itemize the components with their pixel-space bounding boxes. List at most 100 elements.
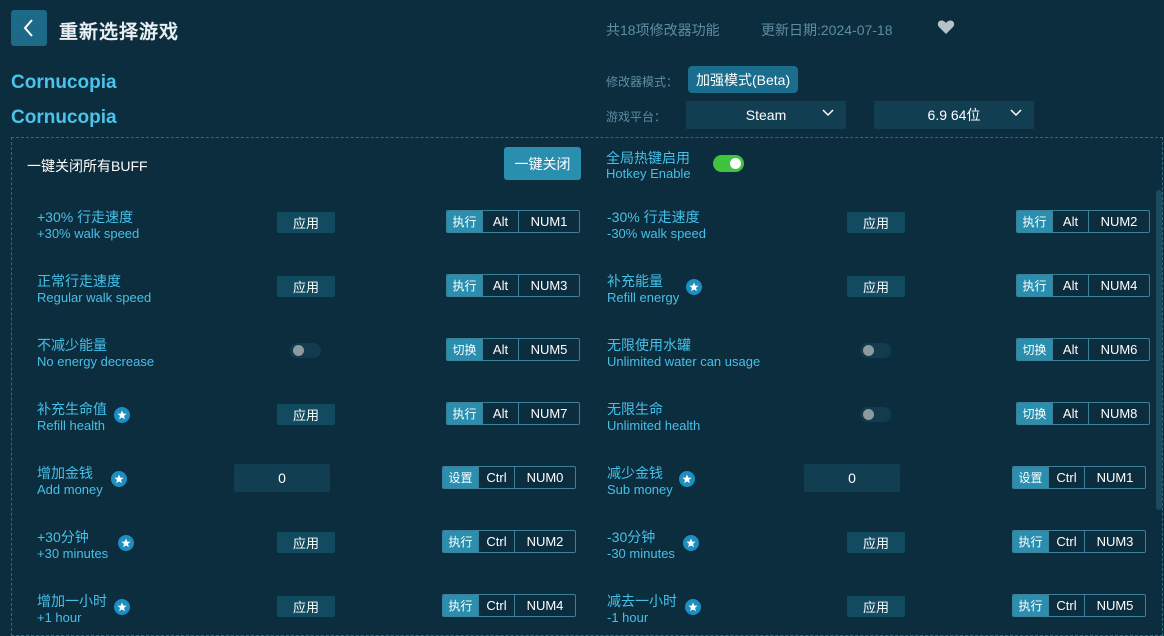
hotkey-modifier[interactable]: Ctrl (478, 595, 514, 616)
hotkey-action[interactable]: 执行 (443, 531, 478, 552)
feature-name: 不减少能量 (37, 337, 107, 353)
hotkey-group[interactable]: 设置 Ctrl NUM1 (1012, 466, 1146, 489)
mode-label: 修改器模式： (606, 75, 679, 89)
chevron-left-icon (23, 19, 33, 37)
hotkey-action[interactable]: 切换 (1017, 339, 1052, 360)
hotkey-key[interactable]: NUM0 (514, 467, 575, 488)
apply-button[interactable]: 应用 (277, 404, 335, 425)
hotkey-group[interactable]: 执行 Alt NUM3 (446, 274, 580, 297)
feature-row: 不减少能量 No energy decrease 切换 Alt NUM5 (37, 335, 597, 375)
hotkey-action[interactable]: 执行 (443, 595, 478, 616)
hotkey-action[interactable]: 执行 (1013, 531, 1048, 552)
hotkey-group[interactable]: 执行 Ctrl NUM4 (442, 594, 576, 617)
hotkey-modifier[interactable]: Ctrl (1048, 467, 1084, 488)
disable-all-button[interactable]: 一键关闭 (504, 147, 581, 180)
feature-name: 无限使用水罐 (607, 337, 691, 353)
apply-button[interactable]: 应用 (847, 212, 905, 233)
feature-row: 减少金钱 Sub money 0 设置 Ctrl NUM1 (607, 463, 1164, 503)
hotkey-group[interactable]: 执行 Alt NUM1 (446, 210, 580, 233)
hotkey-modifier[interactable]: Alt (482, 275, 518, 296)
hotkey-group[interactable]: 执行 Ctrl NUM3 (1012, 530, 1146, 553)
hotkey-title: 全局热键启用 (606, 150, 690, 166)
apply-button[interactable]: 应用 (277, 276, 335, 297)
version-select[interactable]: 6.9 64位 (874, 101, 1034, 129)
hotkey-action[interactable]: 设置 (1013, 467, 1048, 488)
hotkey-key[interactable]: NUM4 (1088, 275, 1149, 296)
hotkey-modifier[interactable]: Ctrl (1048, 531, 1084, 552)
hotkey-action[interactable]: 设置 (443, 467, 478, 488)
apply-button[interactable]: 应用 (847, 596, 905, 617)
hotkey-modifier[interactable]: Alt (1052, 211, 1088, 232)
hotkey-action[interactable]: 执行 (447, 275, 482, 296)
hotkey-modifier[interactable]: Ctrl (478, 467, 514, 488)
version-select-value: 6.9 64位 (927, 107, 981, 123)
hotkey-action[interactable]: 切换 (447, 339, 482, 360)
apply-button[interactable]: 应用 (277, 212, 335, 233)
hotkey-key[interactable]: NUM6 (1088, 339, 1149, 360)
feature-row: 减去一小时 -1 hour 应用 执行 Ctrl NUM5 (607, 591, 1164, 631)
star-badge-icon (114, 599, 130, 615)
hotkey-modifier[interactable]: Alt (1052, 403, 1088, 424)
hotkey-action[interactable]: 切换 (1017, 403, 1052, 424)
platform-select[interactable]: Steam (686, 101, 846, 129)
hotkey-group[interactable]: 执行 Ctrl NUM5 (1012, 594, 1146, 617)
apply-button[interactable]: 应用 (277, 532, 335, 553)
hotkey-key[interactable]: NUM3 (518, 275, 579, 296)
hotkey-group[interactable]: 执行 Alt NUM7 (446, 402, 580, 425)
hotkey-action[interactable]: 执行 (1017, 275, 1052, 296)
value-input[interactable]: 0 (234, 464, 330, 492)
value-input[interactable]: 0 (804, 464, 900, 492)
feature-row: -30分钟 -30 minutes 应用 执行 Ctrl NUM3 (607, 527, 1164, 567)
hotkey-key[interactable]: NUM2 (514, 531, 575, 552)
hotkey-group[interactable]: 设置 Ctrl NUM0 (442, 466, 576, 489)
hotkey-key[interactable]: NUM8 (1088, 403, 1149, 424)
hotkey-modifier[interactable]: Alt (482, 403, 518, 424)
hotkey-modifier[interactable]: Alt (482, 339, 518, 360)
hotkey-modifier[interactable]: Ctrl (478, 531, 514, 552)
hotkey-toggle[interactable] (713, 155, 744, 172)
feature-name: +30分钟 (37, 529, 89, 545)
hotkey-action[interactable]: 执行 (1017, 211, 1052, 232)
hotkey-key[interactable]: NUM7 (518, 403, 579, 424)
back-button[interactable] (11, 10, 47, 46)
apply-button[interactable]: 应用 (277, 596, 335, 617)
hotkey-modifier[interactable]: Alt (1052, 275, 1088, 296)
feature-toggle[interactable] (860, 343, 891, 358)
hotkey-key[interactable]: NUM5 (1084, 595, 1145, 616)
chevron-down-icon (822, 109, 834, 117)
platform-select-value: Steam (745, 107, 787, 123)
hotkey-group[interactable]: 执行 Alt NUM2 (1016, 210, 1150, 233)
feature-name: 补充能量 (607, 273, 663, 289)
hotkey-action[interactable]: 执行 (1013, 595, 1048, 616)
hotkey-group[interactable]: 切换 Alt NUM8 (1016, 402, 1150, 425)
hotkey-key[interactable]: NUM1 (1084, 467, 1145, 488)
apply-button[interactable]: 应用 (847, 276, 905, 297)
hotkey-key[interactable]: NUM1 (518, 211, 579, 232)
update-date: 更新日期:2024-07-18 (761, 22, 893, 38)
hotkey-group[interactable]: 切换 Alt NUM5 (446, 338, 580, 361)
hotkey-modifier[interactable]: Alt (482, 211, 518, 232)
hotkey-key[interactable]: NUM4 (514, 595, 575, 616)
hotkey-action[interactable]: 执行 (447, 403, 482, 424)
apply-button[interactable]: 应用 (847, 532, 905, 553)
hotkey-key[interactable]: NUM3 (1084, 531, 1145, 552)
hotkey-action[interactable]: 执行 (447, 211, 482, 232)
feature-count: 共18项修改器功能 (606, 22, 720, 38)
feature-toggle[interactable] (860, 407, 891, 422)
hotkey-group[interactable]: 执行 Ctrl NUM2 (442, 530, 576, 553)
hotkey-modifier[interactable]: Ctrl (1048, 595, 1084, 616)
feature-name-en: Unlimited health (607, 418, 701, 433)
heart-icon[interactable] (937, 19, 955, 35)
feature-row: 补充能量 Refill energy 应用 执行 Alt NUM4 (607, 271, 1164, 311)
hotkey-key[interactable]: NUM5 (518, 339, 579, 360)
feature-name: 补充生命值 (37, 401, 107, 417)
hotkey-key[interactable]: NUM2 (1088, 211, 1149, 232)
hotkey-modifier[interactable]: Alt (1052, 339, 1088, 360)
feature-toggle[interactable] (290, 343, 321, 358)
hotkey-group[interactable]: 执行 Alt NUM4 (1016, 274, 1150, 297)
hotkey-group[interactable]: 切换 Alt NUM6 (1016, 338, 1150, 361)
feature-row: 增加一小时 +1 hour 应用 执行 Ctrl NUM4 (37, 591, 597, 631)
mode-badge[interactable]: 加强模式(Beta) (688, 66, 799, 93)
feature-name-en: Regular walk speed (37, 290, 152, 305)
feature-name-en: +30 minutes (37, 546, 109, 561)
